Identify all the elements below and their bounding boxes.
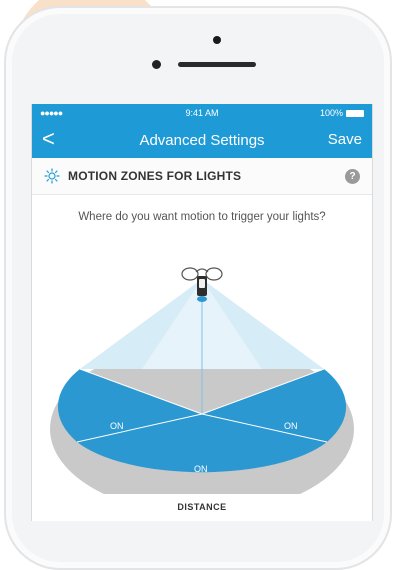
help-icon[interactable]: ? (345, 168, 360, 184)
camera (213, 36, 221, 44)
battery-status: 100% (320, 108, 364, 118)
zone-left-label: ON (110, 421, 124, 431)
section-header: MOTION ZONES FOR LIGHTS ? (32, 158, 372, 195)
section-title: MOTION ZONES FOR LIGHTS (68, 169, 242, 183)
sun-icon (44, 168, 60, 184)
front-sensor (152, 60, 161, 69)
earpiece-speaker (178, 62, 256, 67)
zone-right-label: ON (284, 421, 298, 431)
page-title: Advanced Settings (139, 131, 265, 149)
app-screen: ●●●●● 9:41 AM 100% < Advanced Settings S… (31, 104, 373, 521)
save-button[interactable]: Save (328, 131, 362, 148)
status-bar: ●●●●● 9:41 AM 100% (32, 104, 372, 122)
zone-bottom-label: ON (194, 464, 208, 474)
battery-icon (346, 109, 364, 117)
battery-percent: 100% (319, 108, 343, 118)
chevron-left-icon: < (42, 126, 55, 151)
back-button[interactable]: < (42, 127, 55, 151)
motion-question: Where do you want motion to trigger your… (78, 211, 326, 223)
navigation-bar: < Advanced Settings Save (32, 122, 372, 158)
floodlight-icon (181, 267, 223, 302)
distance-label: DISTANCE (177, 502, 227, 512)
